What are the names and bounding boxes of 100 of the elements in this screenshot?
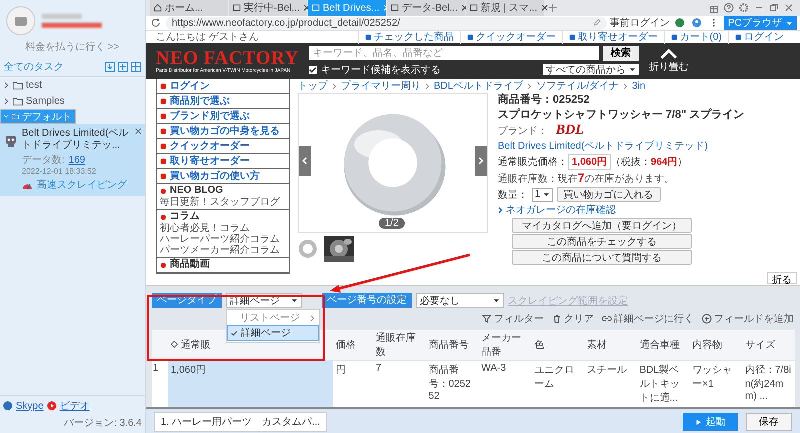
column-header[interactable]: 商品番号 xyxy=(426,330,478,360)
save-button[interactable]: 保存 xyxy=(746,413,792,431)
url-field[interactable]: https://www.neofactory.co.jp/product_detail/025252/ xyxy=(166,16,608,30)
footer-link[interactable]: Skype xyxy=(16,400,44,412)
close-icon[interactable] xyxy=(540,4,548,12)
nav-section-title[interactable]: コラム xyxy=(160,211,286,223)
nav-sublink[interactable]: パーツメーカー紹介コラム xyxy=(160,245,286,256)
plus-icon[interactable] xyxy=(118,62,128,72)
column-header[interactable]: 適合車種 xyxy=(636,330,690,360)
table-cell: 1,060円 xyxy=(168,360,333,407)
nav-sublink[interactable]: ハーレーパーツ紹介コラム xyxy=(160,234,286,245)
caret-icon xyxy=(493,297,500,304)
dropdown-option[interactable]: リストページ xyxy=(227,311,319,325)
page-number-select[interactable]: 必要なし xyxy=(416,293,504,308)
chevron-icon[interactable] xyxy=(3,98,10,104)
nav-link[interactable]: 買い物カゴの中身を見る xyxy=(157,124,289,139)
download-icon[interactable] xyxy=(105,62,115,72)
table-cell: WA-3 xyxy=(478,360,532,407)
search-button[interactable]: 検索 xyxy=(602,46,639,60)
table-cell: スチール xyxy=(584,360,637,407)
product-action-button[interactable]: この商品について質問する xyxy=(512,250,692,265)
toolbar-action[interactable]: 詳細ページに行く xyxy=(602,312,694,326)
filter-icon xyxy=(482,314,492,324)
product-title: スプロケットシャフトワッシャー 7/8" スプライン xyxy=(498,108,746,122)
column-header[interactable]: メーカー品番 xyxy=(478,330,532,360)
data-count-link[interactable]: 169 xyxy=(68,154,86,166)
grid-icon[interactable] xyxy=(131,62,141,72)
column-header[interactable]: サイズ xyxy=(742,330,795,360)
page-icon xyxy=(233,4,241,12)
breadcrumb-link[interactable]: プライマリー周り xyxy=(341,79,421,93)
column-header[interactable]: 価格 xyxy=(333,330,373,360)
close-icon[interactable] xyxy=(135,128,142,135)
browser-mode-button[interactable]: PCブラウザ xyxy=(724,16,797,30)
column-header[interactable]: 色 xyxy=(531,330,584,360)
toolbar-action[interactable]: フィルター xyxy=(482,312,544,326)
browser-tab[interactable]: データ-Bel... xyxy=(387,0,465,16)
breadcrumb-link[interactable]: 3in xyxy=(632,80,646,92)
breadcrumb-link[interactable]: ソフテイル/ダイナ xyxy=(536,79,620,93)
login-link[interactable]: 事前ログイン xyxy=(610,16,670,30)
nav-section-title[interactable]: 商品動画 xyxy=(160,259,286,271)
chevron-icon[interactable] xyxy=(4,113,9,120)
avatar xyxy=(6,6,36,36)
nav-section-title[interactable]: NEO BLOG xyxy=(160,185,286,197)
chevron-icon[interactable] xyxy=(3,82,10,88)
table-cell: 円 xyxy=(333,360,373,407)
edit-icon[interactable] xyxy=(593,19,602,27)
nav-link[interactable]: クイックオーダー xyxy=(157,139,289,154)
reload-icon[interactable] xyxy=(151,18,161,28)
page-icon xyxy=(391,4,399,12)
nav-link[interactable]: ログイン xyxy=(157,79,289,94)
chevron-icon xyxy=(623,82,628,90)
breadcrumb-link[interactable]: トップ xyxy=(298,79,328,93)
page-icon xyxy=(470,4,478,12)
brand-link[interactable]: Belt Drives Limited(ベルトドライブリミテッド) xyxy=(498,139,790,153)
next-button[interactable] xyxy=(475,146,487,176)
column-header[interactable]: 素材 xyxy=(584,330,637,360)
checkbox[interactable] xyxy=(308,66,317,74)
task-card[interactable]: Belt Drives Limited(ベルトドライブリミテッ... データ数: 169 2022-12-01 18:33:52 高速スクレイピング xyxy=(0,124,145,196)
fold-button[interactable]: 折り畳む xyxy=(648,48,689,74)
add-to-cart-button[interactable]: 買い物カゴに入れる xyxy=(556,187,661,202)
nav-link[interactable]: ブランド別で選ぶ xyxy=(157,109,289,124)
toolbar-action[interactable]: フィールドを追加 xyxy=(702,312,794,326)
task-tab[interactable]: 1. ハーレー用パーツ カスタムパ... xyxy=(154,412,328,432)
fold-small-button[interactable]: 折る xyxy=(767,272,797,284)
dropdown-option[interactable]: 詳細ページ xyxy=(227,325,319,341)
scope-select[interactable]: すべての商品から xyxy=(542,64,639,75)
nav-link[interactable]: 取り寄せオーダー xyxy=(157,154,289,169)
bullet-icon xyxy=(670,34,678,40)
bullet-icon xyxy=(160,188,167,194)
breadcrumb-link[interactable]: BDLベルトドライブ xyxy=(434,79,524,93)
product-action-button[interactable]: マイカタログへ追加（要ログイン） xyxy=(512,218,692,233)
restore-icon[interactable] xyxy=(769,3,779,13)
stock-link[interactable]: ネオガレージの在庫確認 xyxy=(498,203,790,217)
washer-thumbnail[interactable] xyxy=(298,239,318,259)
toolbar-action[interactable]: クリア xyxy=(552,312,594,326)
browser-tab[interactable]: 実行中-Bel... xyxy=(229,0,307,16)
browser-tab[interactable]: ホーム... xyxy=(150,0,228,16)
tree-item[interactable]: Samples xyxy=(0,93,145,109)
tree-item[interactable]: test xyxy=(0,77,145,93)
task-name: Belt Drives Limited(ベルトドライブリミテッ... xyxy=(22,128,130,151)
run-button[interactable]: 起動 xyxy=(683,413,738,431)
help-icon[interactable] xyxy=(724,3,734,13)
chevron-icon xyxy=(527,82,532,90)
quantity-select[interactable]: 1 xyxy=(532,188,553,202)
column-header[interactable]: 内容物 xyxy=(690,330,742,360)
nav-link[interactable]: 買い物カゴの使い方 xyxy=(157,169,289,184)
chevron-icon xyxy=(302,157,308,165)
settings-icon[interactable] xyxy=(739,3,749,13)
search-field[interactable]: キーワード、品名、品番など xyxy=(308,46,599,60)
column-header[interactable]: 通販在庫数 xyxy=(373,330,426,360)
check-icon xyxy=(308,66,317,74)
close-icon[interactable] xyxy=(784,3,794,13)
nav-sublink[interactable]: 初心者必見！コラム xyxy=(160,223,286,234)
product-action-button[interactable]: この商品をチェックする xyxy=(512,234,692,249)
nav-sublink[interactable]: 毎日更新！スタッフブログ xyxy=(160,197,286,208)
nav-link[interactable]: 商品別で選ぶ xyxy=(157,94,289,109)
user-icon[interactable] xyxy=(692,18,702,28)
plus-icon xyxy=(702,314,712,324)
footer-link[interactable]: ビデオ xyxy=(60,399,90,413)
previous-button[interactable] xyxy=(299,146,311,176)
